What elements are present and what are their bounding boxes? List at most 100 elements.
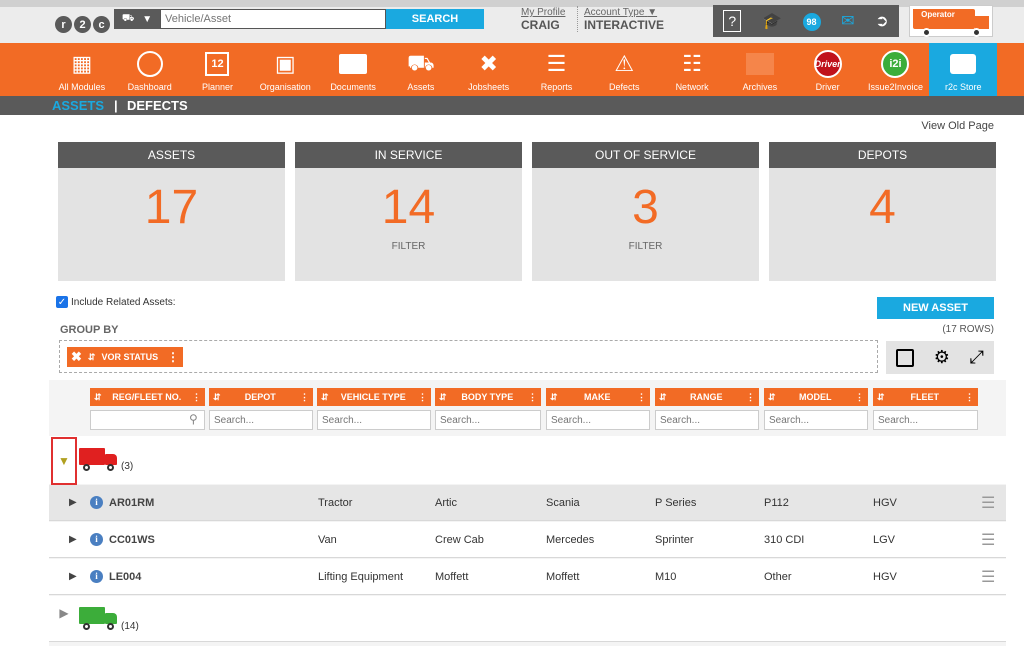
search-button[interactable]: SEARCH: [386, 9, 484, 29]
kebab-menu-icon[interactable]: ⋮: [300, 392, 309, 403]
sort-icon[interactable]: ⇵: [550, 392, 558, 403]
column-header-reg[interactable]: ⇵ REG/FLEET NO. ⋮: [90, 388, 205, 406]
reg-search-input[interactable]: [90, 410, 205, 430]
kebab-menu-icon[interactable]: ⋮: [746, 392, 755, 403]
group-count: (3): [121, 461, 134, 472]
column-header-body-type[interactable]: ⇵ BODY TYPE ⋮: [435, 388, 541, 406]
layers-icon[interactable]: ☰: [981, 567, 995, 587]
table-row[interactable]: ▶ i LE004 Lifting Equipment Moffett Moff…: [49, 559, 1006, 595]
graduation-cap-icon[interactable]: 🎓: [762, 11, 782, 31]
layers-icon[interactable]: ☰: [981, 530, 995, 550]
nav-archives[interactable]: Archives: [726, 43, 794, 96]
column-header-vehicle-type[interactable]: ⇵ VEHICLE TYPE ⋮: [317, 388, 431, 406]
vehicle-type-search-input[interactable]: [317, 410, 431, 430]
search-input[interactable]: [160, 9, 386, 29]
tile-in-service[interactable]: IN SERVICE 14 FILTER: [295, 142, 522, 281]
reg-cell[interactable]: AR01RM: [109, 497, 154, 509]
tile-filter-link[interactable]: FILTER: [532, 241, 759, 252]
column-header-fleet[interactable]: ⇵ FLEET ⋮: [873, 388, 978, 406]
tile-out-of-service[interactable]: OUT OF SERVICE 3 FILTER: [532, 142, 759, 281]
reg-cell[interactable]: CC01WS: [109, 534, 155, 546]
tile-filter-link[interactable]: FILTER: [295, 241, 522, 252]
reg-cell[interactable]: LE004: [109, 571, 141, 583]
sort-icon[interactable]: ⇵: [321, 392, 329, 403]
new-asset-button[interactable]: NEW ASSET: [877, 297, 994, 319]
fleet-search-input[interactable]: [873, 410, 978, 430]
search-type-select[interactable]: ⛟ ▼: [114, 9, 160, 29]
column-label: MAKE: [584, 392, 611, 402]
info-icon[interactable]: i: [90, 533, 103, 546]
row-expand-icon[interactable]: ▶: [69, 497, 77, 508]
nav-defects[interactable]: ⚠ Defects: [590, 43, 658, 96]
close-icon[interactable]: ✖: [71, 349, 82, 365]
tile-title: OUT OF SERVICE: [532, 142, 759, 168]
archive-icon: [743, 48, 777, 80]
save-icon[interactable]: [895, 348, 914, 367]
kebab-menu-icon[interactable]: ⋮: [855, 392, 864, 403]
tab-defects[interactable]: DEFECTS: [127, 98, 188, 113]
table-row[interactable]: ▶ i CC01WS Van Crew Cab Mercedes Sprinte…: [49, 522, 1006, 558]
sort-icon[interactable]: ⇵: [659, 392, 667, 403]
body-type-search-input[interactable]: [435, 410, 541, 430]
column-header-range[interactable]: ⇵ RANGE ⋮: [655, 388, 759, 406]
nav-label: Issue2Invoice: [867, 82, 923, 92]
nav-reports[interactable]: ☰ Reports: [523, 43, 591, 96]
nav-documents[interactable]: Documents: [319, 43, 387, 96]
tab-assets[interactable]: ASSETS: [52, 98, 104, 113]
help-icon[interactable]: ?: [723, 10, 742, 32]
sort-icon[interactable]: ⇵: [768, 392, 776, 403]
kebab-menu-icon[interactable]: ⋮: [192, 392, 201, 403]
make-search-input[interactable]: [546, 410, 650, 430]
nav-label: r2c Store: [945, 82, 982, 92]
column-header-model[interactable]: ⇵ MODEL ⋮: [764, 388, 868, 406]
kebab-menu-icon[interactable]: ⋮: [528, 392, 537, 403]
tile-depots[interactable]: DEPOTS 4: [769, 142, 996, 281]
info-icon[interactable]: i: [90, 570, 103, 583]
nav-issue2invoice[interactable]: i2i Issue2Invoice: [862, 43, 930, 96]
gear-icon[interactable]: ⚙: [934, 347, 950, 368]
include-related-checkbox[interactable]: ✓: [56, 296, 68, 308]
group-chip-vor-status[interactable]: ✖ ⇵ VOR STATUS ⋮: [67, 347, 183, 367]
kebab-menu-icon[interactable]: ⋮: [637, 392, 646, 403]
depot-search-input[interactable]: [209, 410, 313, 430]
column-header-make[interactable]: ⇵ MAKE ⋮: [546, 388, 650, 406]
kebab-menu-icon[interactable]: ⋮: [167, 350, 183, 364]
model-search-input[interactable]: [764, 410, 868, 430]
nav-all-modules[interactable]: ▦ All Modules: [48, 43, 116, 96]
sort-icon[interactable]: ⇵: [213, 392, 221, 403]
group-expand-toggle[interactable]: ▼: [51, 437, 77, 485]
nav-planner[interactable]: 12 Planner: [184, 43, 252, 96]
kebab-menu-icon[interactable]: ⋮: [418, 392, 427, 403]
row-expand-icon[interactable]: ▶: [69, 534, 77, 545]
sort-icon[interactable]: ⇵: [877, 392, 885, 403]
nav-network[interactable]: ☷ Network: [658, 43, 726, 96]
group-expand-toggle[interactable]: ▶: [51, 596, 77, 630]
nav-jobsheets[interactable]: ✖ Jobsheets: [455, 43, 523, 96]
wheel: [922, 28, 931, 37]
nav-driver[interactable]: Driver Driver: [794, 43, 862, 96]
layers-icon[interactable]: ☰: [981, 493, 995, 513]
sort-icon[interactable]: ⇵: [94, 392, 102, 403]
group-by-dropzone[interactable]: ✖ ⇵ VOR STATUS ⋮: [59, 340, 878, 373]
column-header-depot[interactable]: ⇵ DEPOT ⋮: [209, 388, 313, 406]
nav-organisation[interactable]: ▣ Organisation: [251, 43, 319, 96]
view-old-page-link[interactable]: View Old Page: [921, 120, 994, 132]
table-row[interactable]: ▶ i AR01RM Tractor Artic Scania P Series…: [49, 485, 1006, 521]
tile-assets[interactable]: ASSETS 17: [58, 142, 285, 281]
range-search-input[interactable]: [655, 410, 759, 430]
kebab-menu-icon[interactable]: ⋮: [965, 392, 974, 403]
mail-icon[interactable]: ✉: [841, 11, 854, 31]
nav-assets[interactable]: ⛟ Assets: [387, 43, 455, 96]
operator-badge[interactable]: Operator: [909, 5, 993, 37]
nav-r2c-store[interactable]: r2c Store: [929, 43, 998, 96]
r2c-logo[interactable]: r 2 c: [55, 16, 110, 33]
sort-icon[interactable]: ⇵: [439, 392, 447, 403]
info-icon[interactable]: i: [90, 496, 103, 509]
logout-icon[interactable]: ➲: [875, 11, 888, 31]
tile-value: 3: [632, 181, 659, 234]
row-expand-icon[interactable]: ▶: [69, 571, 77, 582]
notifications-icon[interactable]: 98: [802, 12, 821, 31]
nav-dashboard[interactable]: Dashboard: [116, 43, 184, 96]
expand-icon[interactable]: ⤢: [970, 347, 984, 368]
sort-icon[interactable]: ⇵: [88, 352, 96, 363]
